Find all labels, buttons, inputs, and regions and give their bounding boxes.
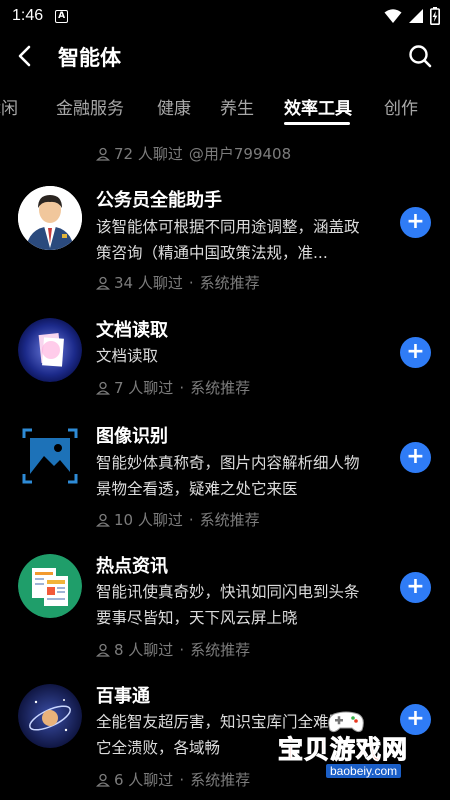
agent-description: 智能讯使真奇妙，快讯如同闪电到头条要事尽皆知，天下风云屏上晓 (96, 583, 360, 627)
plus-icon: + (406, 338, 425, 364)
back-icon[interactable] (12, 42, 40, 70)
add-button[interactable]: + (400, 207, 431, 238)
news-icon (18, 554, 82, 618)
person-icon (96, 381, 110, 395)
chat-count: 8 人聊过 (114, 641, 174, 659)
status-time: 1:46 (12, 7, 44, 24)
meta-separator: · (179, 640, 185, 659)
add-button[interactable]: + (400, 442, 431, 473)
status-icons (384, 7, 440, 25)
meta-separator: · (179, 378, 185, 397)
agent-title: 文档读取 (96, 320, 168, 341)
agent-title: 图像识别 (96, 426, 168, 447)
agent-source: 系统推荐 (199, 274, 260, 292)
agent-title: 百事通 (96, 686, 150, 707)
battery-icon (430, 7, 440, 25)
plus-icon: + (406, 443, 425, 469)
plus-icon: + (406, 208, 425, 234)
galaxy-icon (18, 684, 82, 748)
wifi-icon (384, 9, 402, 23)
agent-source: 系统推荐 (190, 641, 251, 659)
agent-source: 系统推荐 (190, 771, 251, 789)
chat-count: 72 人聊过 (114, 145, 183, 163)
watermark-url: baobeiy.com (326, 764, 402, 778)
agent-source: 系统推荐 (190, 379, 251, 397)
agent-description: 文档读取 (96, 347, 159, 365)
person-icon (96, 147, 110, 161)
tab-wellness[interactable]: 养生 (220, 94, 254, 119)
chat-count: 6 人聊过 (114, 771, 174, 789)
agent-meta: 6 人聊过 · 系统推荐 (96, 769, 250, 790)
document-icon (18, 318, 82, 382)
add-button[interactable]: + (400, 572, 431, 603)
status-bar: 1:46 A (0, 0, 450, 32)
watermark-text: 宝贝游戏网 (277, 735, 409, 765)
agent-title: 热点资讯 (96, 556, 168, 577)
agent-title: 公务员全能助手 (96, 190, 222, 211)
add-button[interactable]: + (400, 337, 431, 368)
agent-description: 该智能体可根据不同用途调整，涵盖政策咨询（精通中国政策法规，准... (96, 218, 360, 262)
chat-count: 10 人聊过 (114, 511, 183, 529)
agent-meta: 34 人聊过 · 系统推荐 (96, 272, 260, 293)
agent-description: 智能妙体真称奇，图片内容解析细人物景物全看透，疑难之处它来医 (96, 454, 360, 498)
meta-separator: · (179, 770, 185, 789)
signal-icon (409, 9, 423, 23)
chat-count: 34 人聊过 (114, 274, 183, 292)
notification-a-icon: A (55, 9, 69, 23)
tab-efficiency-tools[interactable]: 效率工具 (284, 94, 352, 119)
active-tab-indicator (284, 122, 350, 125)
tab-leisure[interactable]: 休闲 (0, 94, 18, 119)
person-icon (96, 643, 110, 657)
partial-item-meta: 72 人聊过 @用户799408 (96, 143, 291, 164)
meta-separator: · (188, 273, 194, 292)
person-icon (96, 513, 110, 527)
agent-source: 系统推荐 (199, 511, 260, 529)
author-handle: @用户799408 (188, 145, 292, 163)
meta-separator: · (188, 510, 194, 529)
search-icon[interactable] (406, 42, 434, 70)
image-recognition-icon (18, 424, 82, 488)
agent-meta: 8 人聊过 · 系统推荐 (96, 639, 250, 660)
header: 智能体 (0, 32, 450, 80)
tab-health[interactable]: 健康 (157, 94, 191, 119)
category-tabs: 休闲 金融服务 健康 养生 效率工具 创作 (0, 82, 450, 128)
agent-meta: 10 人聊过 · 系统推荐 (96, 509, 260, 530)
tab-finance[interactable]: 金融服务 (56, 94, 124, 119)
page-title: 智能体 (58, 46, 121, 70)
agent-meta: 7 人聊过 · 系统推荐 (96, 377, 250, 398)
chat-count: 7 人聊过 (114, 379, 174, 397)
person-icon (96, 276, 110, 290)
person-icon (96, 773, 110, 787)
tab-creation[interactable]: 创作 (384, 94, 418, 119)
plus-icon: + (406, 573, 425, 599)
watermark: 宝贝游戏网 baobeiy.com (272, 708, 442, 788)
civil-servant-icon (18, 186, 82, 250)
